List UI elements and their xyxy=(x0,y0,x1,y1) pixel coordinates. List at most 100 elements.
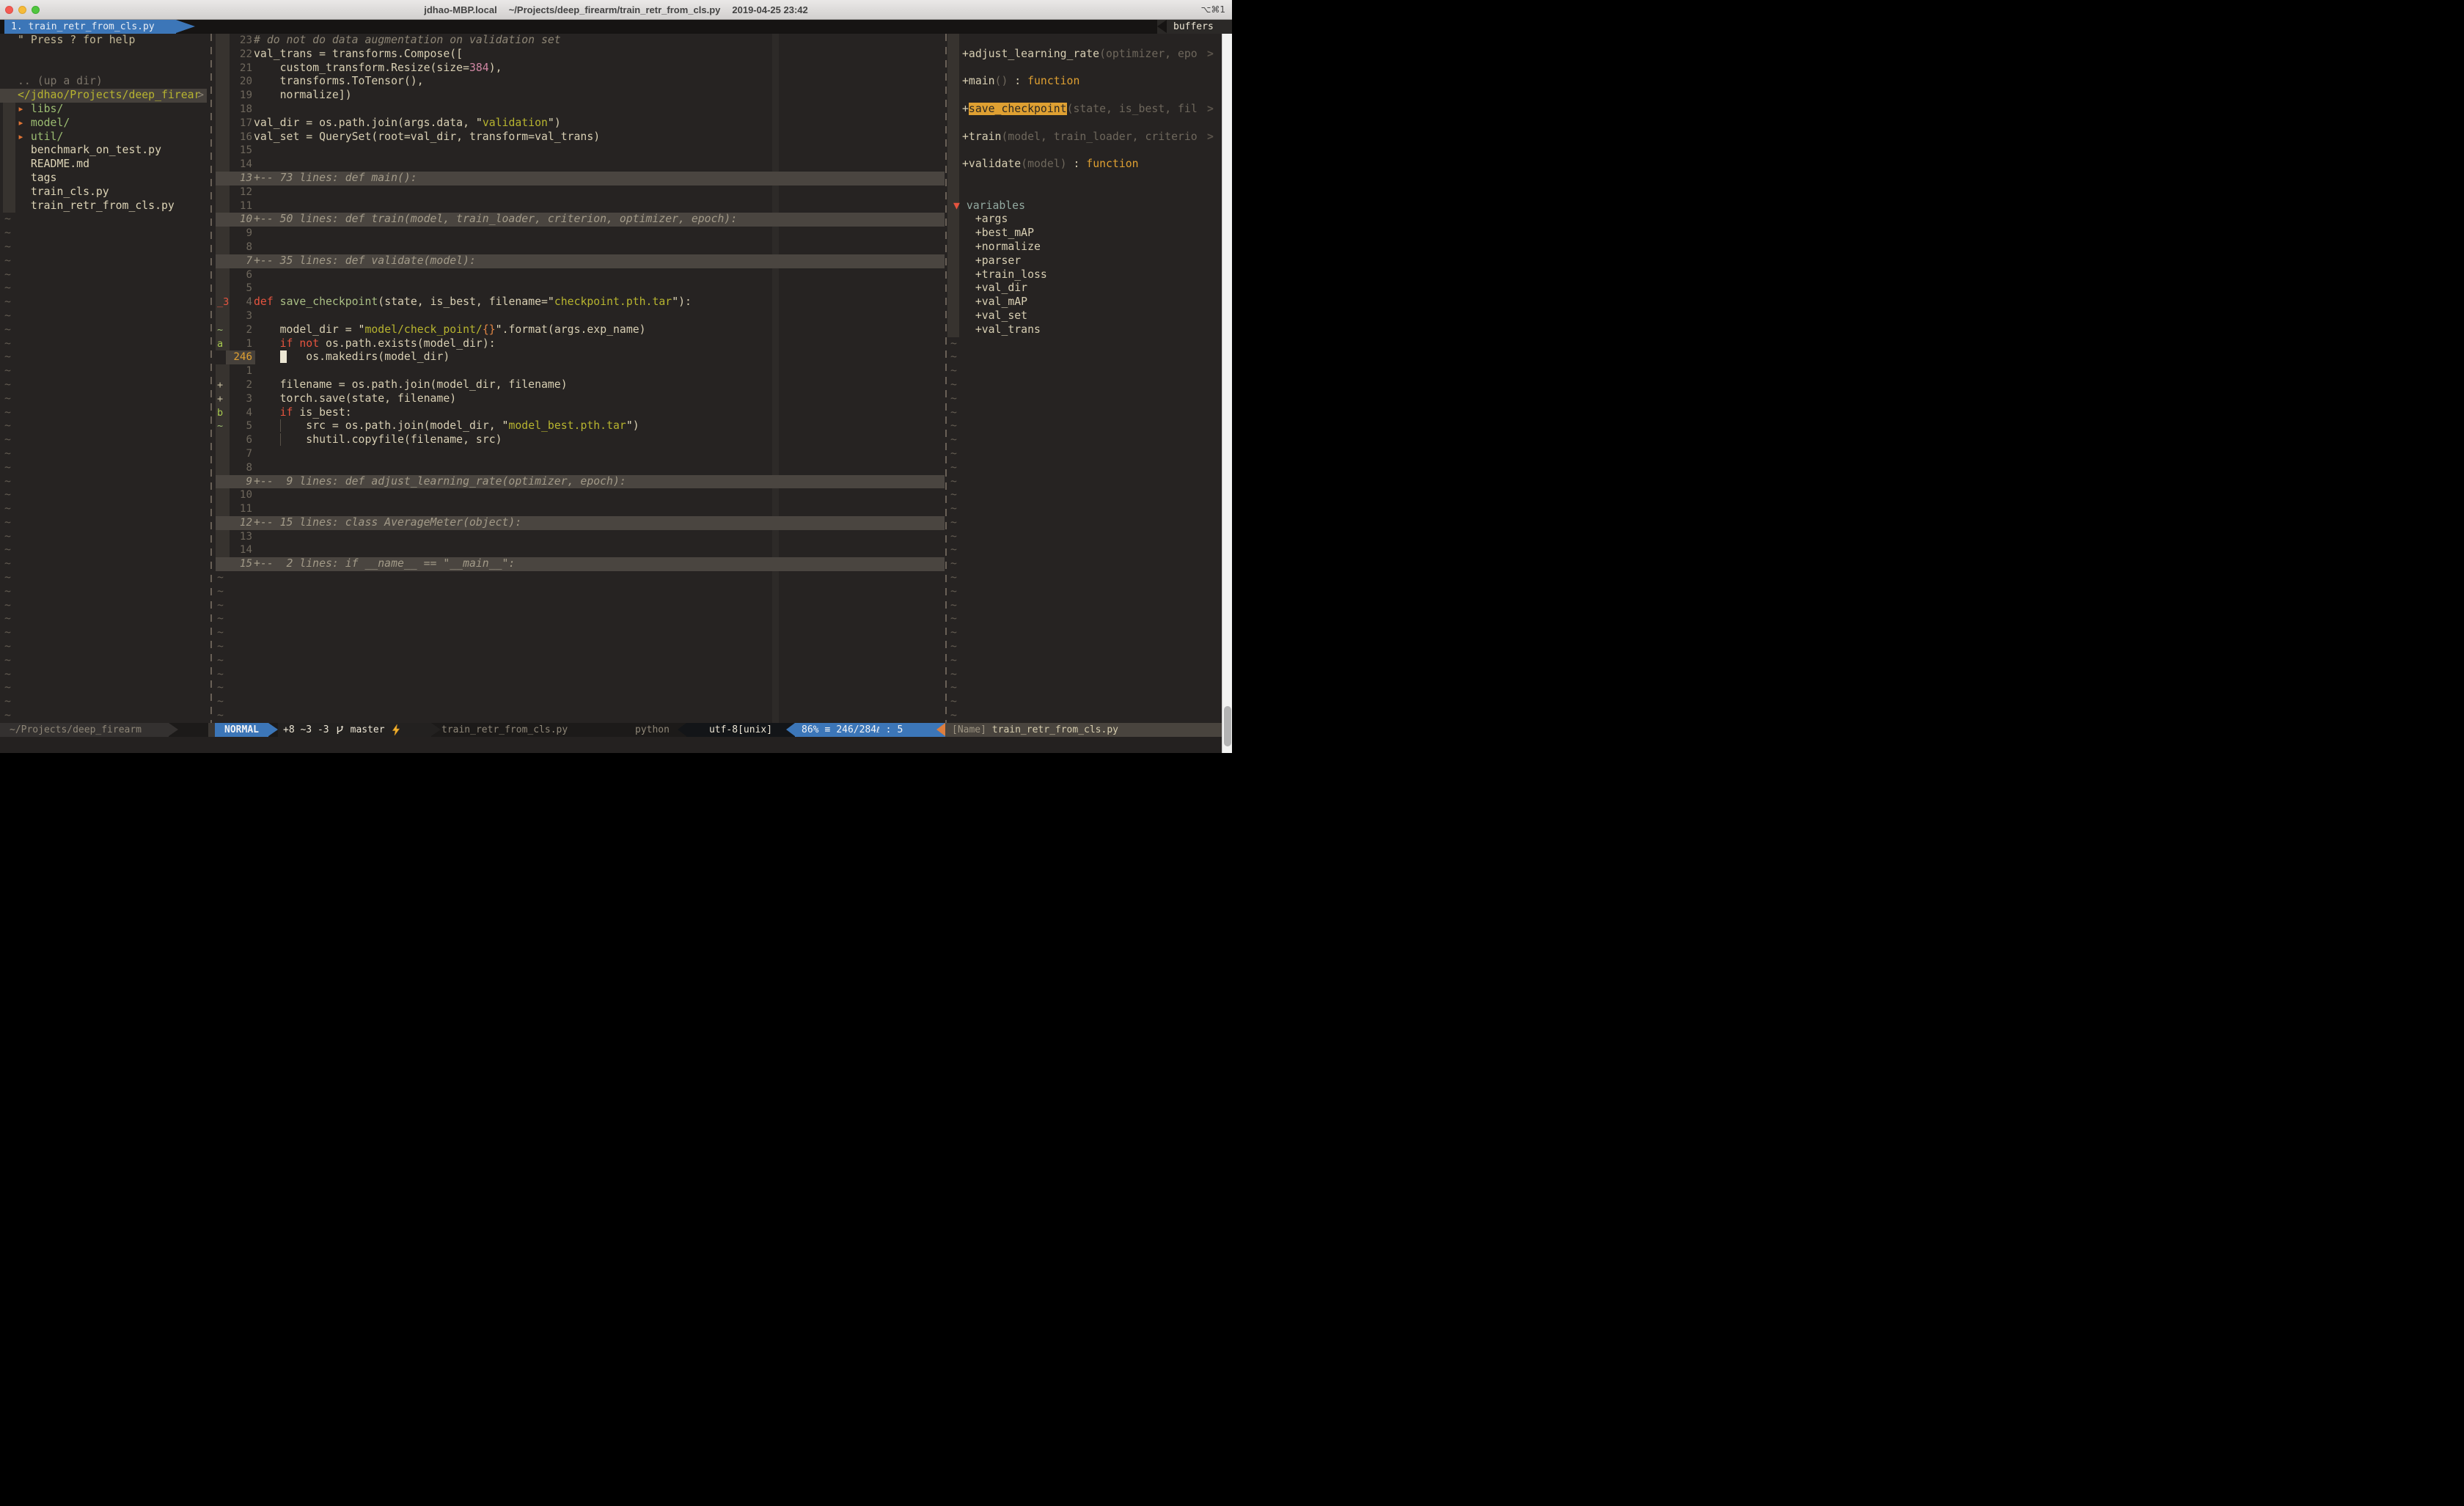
tag-item[interactable]: +val_mAP xyxy=(945,295,1222,309)
code-line[interactable]: 6 shutil.copyfile(filename, src) xyxy=(207,433,945,447)
code-line[interactable]: +3 torch.save(state, filename) xyxy=(207,392,945,406)
tag-item[interactable]: +validate(model) : function xyxy=(945,158,1222,172)
tree-item[interactable]: train_cls.py xyxy=(0,186,207,199)
line-number: 1 xyxy=(226,364,252,378)
tilde-marker: ~ xyxy=(4,557,11,571)
tagbar-empty-line: ~ xyxy=(945,571,1222,585)
code-line[interactable]: 10 xyxy=(207,488,945,502)
code-line[interactable]: 23# do not do data augmentation on valid… xyxy=(207,34,945,48)
code-line[interactable]: 11 xyxy=(207,199,945,213)
tree-empty-line: ~ xyxy=(0,406,207,420)
tree-item[interactable]: tags xyxy=(0,172,207,186)
tab-train-retr-from-cls[interactable]: 1. train_retr_from_cls.py xyxy=(4,20,176,34)
tag-item[interactable]: +val_set xyxy=(945,309,1222,323)
tree-item-label: train_cls.py xyxy=(18,186,109,199)
tree-item[interactable]: README.md xyxy=(0,158,207,172)
tree-item[interactable]: benchmark_on_test.py xyxy=(0,144,207,158)
tagbar-empty-line: ~ xyxy=(945,599,1222,613)
tilde-marker: ~ xyxy=(4,475,11,489)
code-line[interactable]: 5 xyxy=(207,282,945,295)
tag-item[interactable]: +parser xyxy=(945,254,1222,268)
tree-empty-line: ~ xyxy=(0,364,207,378)
token-p: +adjust_learning_rate xyxy=(962,48,1099,60)
code-line[interactable]: 8 xyxy=(207,461,945,475)
code-line[interactable]: 8 xyxy=(207,240,945,254)
code-line[interactable]: 1 xyxy=(207,364,945,378)
folded-region[interactable]: 9+-- 9 lines: def adjust_learning_rate(o… xyxy=(207,475,945,489)
code-line[interactable]: +2 filename = os.path.join(model_dir, fi… xyxy=(207,378,945,392)
code-line[interactable]: 12 xyxy=(207,186,945,199)
folded-region[interactable]: 10+-- 50 lines: def train(model, train_l… xyxy=(207,213,945,227)
code-line[interactable]: _34def save_checkpoint(state, is_best, f… xyxy=(207,295,945,309)
tilde-marker: ~ xyxy=(4,309,11,323)
tagbar-empty-line: ~ xyxy=(945,668,1222,682)
tree-item[interactable]: " Press ? for help xyxy=(0,34,207,48)
up-a-dir: .. (up a dir) xyxy=(18,75,103,87)
folded-region[interactable]: 12+-- 15 lines: class AverageMeter(objec… xyxy=(207,516,945,530)
tree-empty-line: ~ xyxy=(0,282,207,295)
line-text: +normalize xyxy=(962,240,1041,254)
line-number: 4 xyxy=(226,295,252,309)
code-line[interactable]: 13 xyxy=(207,530,945,544)
code-line[interactable]: 6 xyxy=(207,268,945,282)
folded-region[interactable]: 13+-- 73 lines: def main(): xyxy=(207,172,945,186)
buffers-label[interactable]: buffers xyxy=(1173,20,1214,34)
tagbar-empty-line: ~ xyxy=(945,557,1222,571)
statusline-tagbar-label: [Name] train_retr_from_cls.py xyxy=(945,723,1222,737)
tag-item[interactable]: +save_checkpoint(state, is_best, fil> xyxy=(945,103,1222,117)
tagbar-empty-line: ~ xyxy=(945,654,1222,668)
tag-item[interactable]: +train_loss xyxy=(945,268,1222,282)
code-line[interactable]: 9 xyxy=(207,227,945,240)
token-hl: save_checkpoint xyxy=(969,103,1067,115)
code-line[interactable]: 17val_dir = os.path.join(args.data, "val… xyxy=(207,117,945,131)
code-line[interactable]: 14 xyxy=(207,158,945,172)
code-line[interactable]: 16val_set = QuerySet(root=val_dir, trans… xyxy=(207,131,945,144)
code-line[interactable]: ~5 src = os.path.join(model_dir, "model_… xyxy=(207,419,945,433)
tag-item[interactable]: +best_mAP xyxy=(945,227,1222,240)
tag-item[interactable]: ▼ variables xyxy=(945,199,1222,213)
code-line[interactable]: ~2 model_dir = "model/check_point/{}".fo… xyxy=(207,323,945,337)
line-text: src = os.path.join(model_dir, "model_bes… xyxy=(254,419,639,433)
tag-item[interactable]: +main() : function xyxy=(945,75,1222,89)
tree-item[interactable]: ▸ libs/ xyxy=(0,103,207,117)
code-line[interactable]: 19 normalize]) xyxy=(207,89,945,103)
tree-item[interactable]: .. (up a dir) xyxy=(0,75,207,89)
tag-item[interactable]: +val_dir xyxy=(945,282,1222,295)
tag-item[interactable]: +train(model, train_loader, criterio> xyxy=(945,131,1222,144)
zoom-window-button[interactable] xyxy=(32,6,40,14)
code-line[interactable]: b4 if is_best: xyxy=(207,406,945,420)
minimize-window-button[interactable] xyxy=(18,6,26,14)
code-line[interactable]: 18 xyxy=(207,103,945,117)
folded-region[interactable]: 15+-- 2 lines: if __name__ == "__main__"… xyxy=(207,557,945,571)
scrollbar-thumb[interactable] xyxy=(1224,706,1231,746)
tilde-marker: ~ xyxy=(950,433,957,447)
tag-item[interactable]: +val_trans xyxy=(945,323,1222,337)
code-line[interactable]: 20 transforms.ToTensor(), xyxy=(207,75,945,89)
tilde-marker: ~ xyxy=(950,530,957,544)
tagbar-empty-line: ~ xyxy=(945,585,1222,599)
close-window-button[interactable] xyxy=(5,6,13,14)
scrollbar-track[interactable] xyxy=(1222,34,1232,753)
code-line[interactable]: 22val_trans = transforms.Compose([ xyxy=(207,48,945,62)
tree-item[interactable]: ▸ model/ xyxy=(0,117,207,131)
help-hint: " Press ? for help xyxy=(18,34,135,46)
code-line[interactable]: 15 xyxy=(207,144,945,158)
tree-item-label: " Press ? for help xyxy=(18,34,135,48)
code-line[interactable]: 7 xyxy=(207,447,945,461)
token-tri: ▼ xyxy=(953,199,967,212)
code-line[interactable]: 11 xyxy=(207,502,945,516)
folded-region[interactable]: 7+-- 35 lines: def validate(model): xyxy=(207,254,945,268)
code-line[interactable]: a1 if not os.path.exists(model_dir): xyxy=(207,337,945,351)
command-line[interactable] xyxy=(0,737,1222,753)
code-line[interactable]: 3 xyxy=(207,309,945,323)
code-line[interactable]: 21 custom_transform.Resize(size=384), xyxy=(207,62,945,76)
tag-item[interactable]: +adjust_learning_rate(optimizer, epo> xyxy=(945,48,1222,62)
tree-item[interactable]: ▸ util/ xyxy=(0,131,207,144)
tree-item[interactable]: </jdhao/Projects/deep_firear> xyxy=(0,89,207,103)
tag-item[interactable]: +args xyxy=(945,213,1222,227)
tag-item[interactable]: +normalize xyxy=(945,240,1222,254)
tilde-marker: ~ xyxy=(4,543,11,557)
tree-item[interactable]: train_retr_from_cls.py xyxy=(0,199,207,213)
code-line[interactable]: 246 os.makedirs(model_dir) xyxy=(207,350,945,364)
code-line[interactable]: 14 xyxy=(207,543,945,557)
